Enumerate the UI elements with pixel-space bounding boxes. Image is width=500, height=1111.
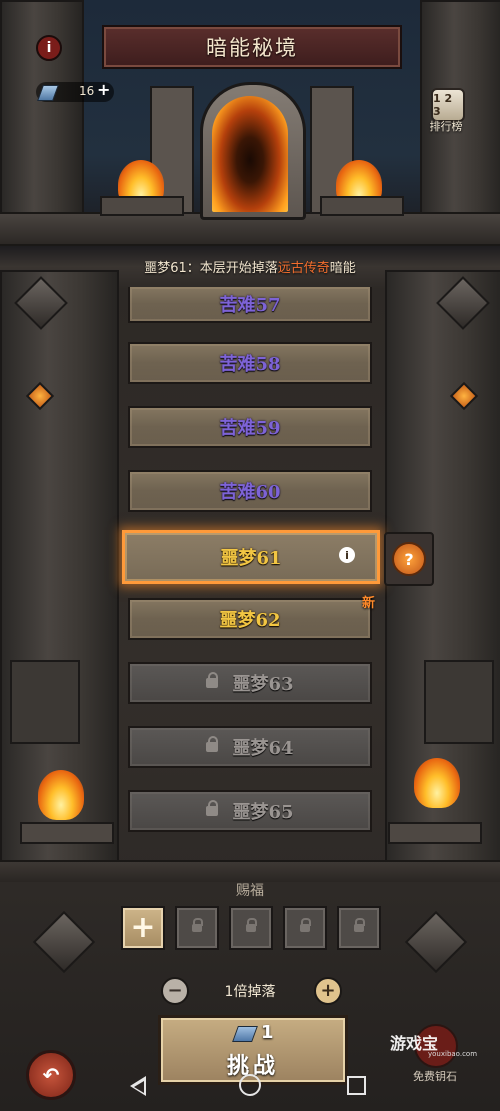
floor-button-locked[interactable]: 噩梦64 (128, 726, 372, 768)
notice-suffix: 暗能 (329, 261, 356, 276)
lock-icon (192, 918, 203, 932)
title-banner: 暗能秘境 (102, 25, 402, 69)
nav-home-icon[interactable] (239, 1074, 261, 1096)
lock-icon (246, 918, 257, 932)
floor-button-locked[interactable]: 噩梦65 (128, 790, 372, 832)
brazier-flame-left-lower (38, 770, 84, 820)
floor-button[interactable]: 苦难59 (128, 406, 372, 448)
leaderboard-button[interactable]: 1 2 3 排行榜 (425, 88, 467, 134)
floor-label: 噩梦61 (220, 548, 282, 569)
floor-button[interactable]: 苦难60 (128, 470, 372, 512)
help-button[interactable]: ? (384, 532, 434, 586)
floor-label: 苦难60 (219, 482, 281, 503)
floor-label: 苦难58 (219, 354, 281, 375)
lock-icon (206, 672, 219, 688)
brazier-flame-right-lower (414, 758, 460, 808)
key-count: 16 (79, 84, 95, 98)
floor-label: 噩梦64 (232, 738, 294, 759)
floor-button[interactable]: 苦难57 (128, 287, 372, 323)
nav-recents-icon[interactable] (347, 1076, 366, 1095)
info-icon-glyph: i (46, 40, 52, 56)
blessing-locked-slot[interactable] (175, 906, 219, 950)
floor-label: 噩梦65 (232, 802, 294, 823)
plus-icon: + (130, 910, 156, 945)
portal-vortex (212, 96, 288, 212)
lock-icon (206, 736, 219, 752)
page-title: 暗能秘境 (206, 36, 298, 60)
lower-brazier-right (388, 822, 482, 844)
bottom-ledge (0, 860, 500, 882)
increase-multiplier-button[interactable]: + (314, 977, 342, 1005)
floor-label: 苦难57 (219, 295, 281, 316)
info-icon[interactable]: i (36, 35, 62, 61)
leaderboard-icon: 1 2 3 (431, 88, 465, 122)
blessing-locked-slot[interactable] (229, 906, 273, 950)
challenge-cost: 1 (261, 1022, 274, 1043)
floor-button[interactable]: 噩梦62 (128, 598, 372, 640)
floor-label: 苦难59 (219, 418, 281, 439)
notice-highlight: 远古传奇 (277, 261, 330, 276)
wall-panel-right (424, 660, 494, 744)
key-stone-icon (232, 1026, 258, 1042)
blessing-add-slot[interactable]: + (121, 906, 165, 950)
floor-label: 噩梦62 (219, 610, 281, 631)
lower-brazier-left (20, 822, 114, 844)
add-keys-button[interactable]: + (97, 80, 110, 99)
floor-button-selected[interactable]: 噩梦61 i (122, 530, 380, 584)
question-icon: ? (392, 542, 426, 576)
lock-icon (300, 918, 311, 932)
wall-panel-left (10, 660, 80, 744)
drop-multiplier-label: 1倍掉落 (224, 984, 276, 1000)
leaderboard-label: 排行榜 (429, 120, 463, 133)
blessing-locked-slot[interactable] (283, 906, 327, 950)
lock-icon (206, 800, 219, 816)
lock-icon (354, 918, 365, 932)
drop-notice: 噩梦61：本层开始掉落远古传奇暗能 (0, 257, 500, 276)
new-badge: 新 (362, 596, 376, 611)
nav-back-icon-inner (134, 1081, 144, 1093)
floor-info-icon[interactable]: i (339, 547, 355, 563)
left-top-pillar (0, 0, 84, 234)
floor-button-locked[interactable]: 噩梦63 (128, 662, 372, 704)
watermark-url: youxibao.com (428, 1050, 478, 1058)
blessing-title: 赐福 (236, 883, 264, 899)
floor-label: 噩梦63 (232, 674, 294, 695)
decrease-multiplier-button[interactable]: − (161, 977, 189, 1005)
floor-info-glyph: i (345, 548, 349, 562)
notice-prefix: 噩梦61：本层开始掉落 (144, 261, 278, 276)
floor-button[interactable]: 苦难58 (128, 342, 372, 384)
brazier-right (320, 196, 404, 216)
brazier-left (100, 196, 184, 216)
blessing-locked-slot[interactable] (337, 906, 381, 950)
